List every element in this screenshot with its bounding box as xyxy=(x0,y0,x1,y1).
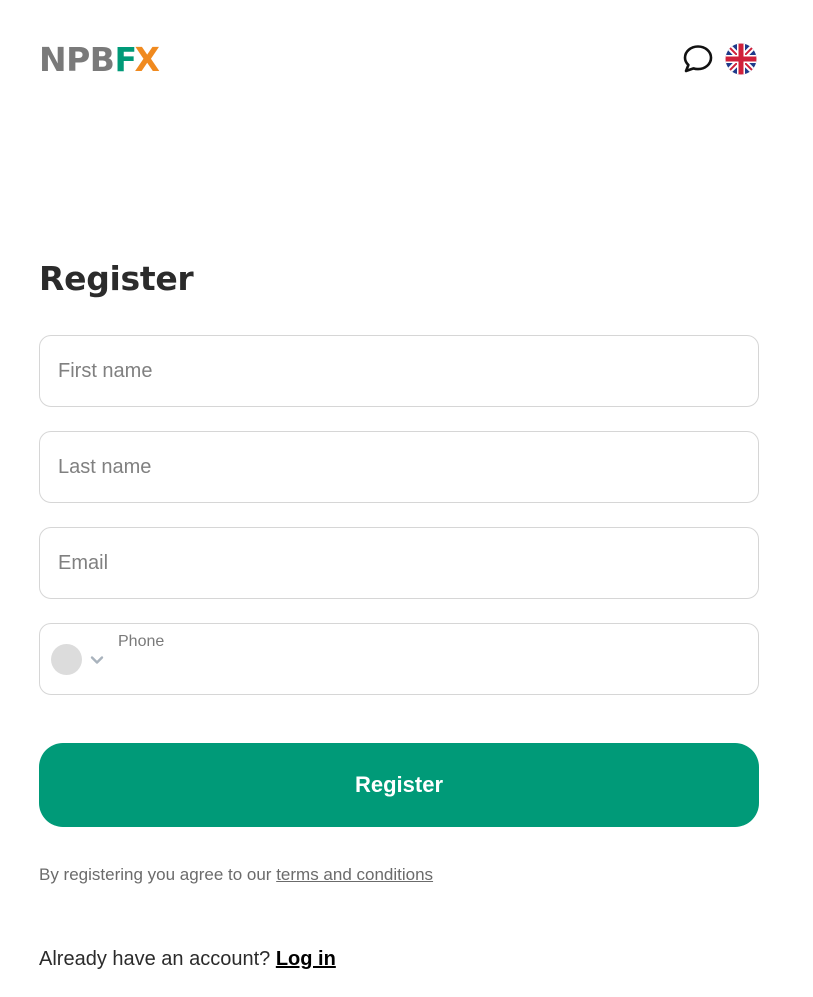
last-name-input[interactable] xyxy=(40,432,758,502)
phone-input[interactable] xyxy=(110,652,748,688)
logo-text-x: X xyxy=(134,40,160,79)
login-link[interactable]: Log in xyxy=(276,948,336,970)
logo-text-f: F xyxy=(114,40,137,79)
chevron-down-icon xyxy=(90,655,104,664)
chat-bubble-icon xyxy=(683,45,713,73)
phone-label: Phone xyxy=(118,633,165,650)
email-input[interactable] xyxy=(40,528,758,598)
login-prompt: Already have an account? Log in xyxy=(39,945,336,973)
phone-field[interactable]: Phone xyxy=(39,623,759,695)
language-button[interactable] xyxy=(725,43,757,75)
chat-button[interactable] xyxy=(682,43,714,75)
phone-input-wrap xyxy=(110,652,748,688)
uk-flag-icon xyxy=(725,43,757,75)
brand-logo[interactable]: NPB F X xyxy=(39,40,160,79)
email-field[interactable] xyxy=(39,527,759,599)
page-title: Register xyxy=(39,259,194,298)
country-flag-icon xyxy=(51,644,82,675)
first-name-input[interactable] xyxy=(40,336,758,406)
logo-text-npb: NPB xyxy=(39,40,115,79)
first-name-field[interactable] xyxy=(39,335,759,407)
last-name-field[interactable] xyxy=(39,431,759,503)
country-code-select[interactable] xyxy=(51,644,104,675)
header-actions xyxy=(682,43,757,75)
login-text: Already have an account? xyxy=(39,948,276,970)
terms-link[interactable]: terms and conditions xyxy=(276,865,433,884)
terms-notice: By registering you agree to our terms an… xyxy=(39,863,433,887)
register-button[interactable]: Register xyxy=(39,743,759,827)
terms-text: By registering you agree to our xyxy=(39,865,277,884)
